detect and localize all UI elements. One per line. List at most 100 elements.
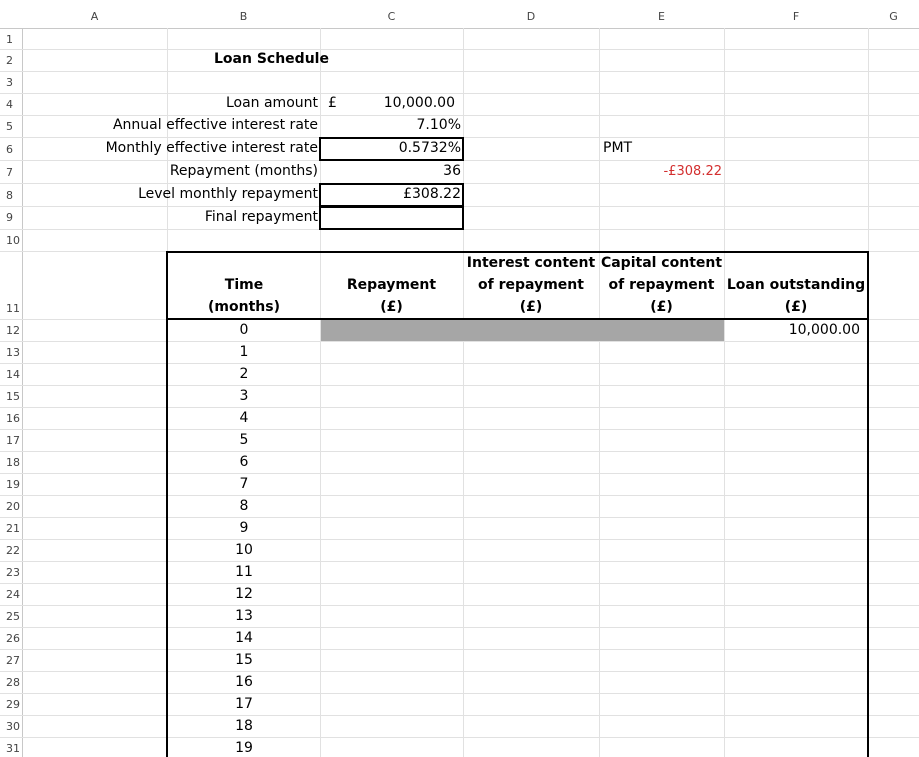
row-header[interactable]: 20 [0,500,22,513]
row-header[interactable]: 6 [0,143,22,156]
row-header[interactable]: 30 [0,720,22,733]
header-capital[interactable]: Capital content of repayment (£) [599,252,724,318]
loan-amount-label[interactable]: Loan amount [100,95,318,111]
level-repayment-label[interactable]: Level monthly repayment [60,186,318,202]
shaded-cells[interactable] [321,320,724,341]
row-header[interactable]: 27 [0,654,22,667]
header-time-line1: Time [224,277,264,293]
column-header-d[interactable]: D [463,0,599,28]
row-header[interactable]: 14 [0,368,22,381]
row-header[interactable]: 25 [0,610,22,623]
repayment-months-label[interactable]: Repayment (months) [60,163,318,179]
header-outstanding[interactable]: Loan outstanding (£) [724,274,868,318]
row-header[interactable]: 19 [0,478,22,491]
time-cell[interactable]: 4 [168,410,320,426]
gridline [0,671,919,672]
row-header[interactable]: 18 [0,456,22,469]
time-cell[interactable]: 8 [168,498,320,514]
gridline [0,715,919,716]
annual-rate-value[interactable]: 7.10% [340,117,461,133]
time-cell[interactable]: 7 [168,476,320,492]
row-header[interactable]: 8 [0,189,22,202]
header-interest[interactable]: Interest content of repayment (£) [463,252,599,318]
time-cell[interactable]: 11 [168,564,320,580]
time-cell[interactable]: 1 [168,344,320,360]
row-header[interactable]: 7 [0,166,22,179]
column-header-f[interactable]: F [724,0,868,28]
time-cell[interactable]: 18 [168,718,320,734]
header-repayment-line1: Repayment [346,277,437,293]
row-header[interactable]: 26 [0,632,22,645]
time-cell[interactable]: 3 [168,388,320,404]
gridline [0,115,919,116]
row-header[interactable]: 15 [0,390,22,403]
gridline [0,649,919,650]
row-header[interactable]: 2 [0,54,22,67]
column-header-c[interactable]: C [320,0,463,28]
row-header[interactable]: 17 [0,434,22,447]
gridline [0,737,919,738]
header-outstanding-line1: Loan outstanding [726,277,866,293]
header-repayment[interactable]: Repayment (£) [320,274,463,318]
repayment-months-value[interactable]: 36 [340,163,461,179]
time-cell[interactable]: 17 [168,696,320,712]
row-header[interactable]: 23 [0,566,22,579]
monthly-rate-value[interactable]: 0.5732% [340,140,461,156]
header-capital-line2: of repayment [608,277,715,293]
loan-amount-value[interactable]: 10,000.00 [340,95,455,111]
row-header[interactable]: 5 [0,120,22,133]
row-header[interactable]: 9 [0,211,22,224]
monthly-rate-label[interactable]: Monthly effective interest rate [60,140,318,156]
level-repayment-value[interactable]: £308.22 [340,186,461,202]
row-header[interactable]: 13 [0,346,22,359]
row-header[interactable]: 21 [0,522,22,535]
loan-amount-currency[interactable]: £ [328,95,337,111]
row-header[interactable]: 1 [0,33,22,46]
gridline [0,561,919,562]
final-repayment-cell[interactable] [319,206,464,230]
row-header[interactable]: 12 [0,324,22,337]
time-cell[interactable]: 0 [168,322,320,338]
time-cell[interactable]: 10 [168,542,320,558]
initial-outstanding[interactable]: 10,000.00 [726,322,860,338]
row-header[interactable]: 29 [0,698,22,711]
row-header[interactable]: 28 [0,676,22,689]
table-border-right [867,251,869,757]
time-cell[interactable]: 9 [168,520,320,536]
header-capital-line1: Capital content [600,255,723,271]
column-header-a[interactable]: A [22,0,167,28]
spreadsheet: A B C D E F G 1 2 3 4 5 6 7 8 9 10 11 12 [0,0,919,757]
time-cell[interactable]: 16 [168,674,320,690]
time-cell[interactable]: 12 [168,586,320,602]
time-cell[interactable]: 15 [168,652,320,668]
row-header[interactable]: 16 [0,412,22,425]
row-header[interactable]: 22 [0,544,22,557]
annual-rate-label[interactable]: Annual effective interest rate [60,117,318,133]
header-time[interactable]: Time (months) [168,274,320,318]
header-interest-line3: (£) [519,299,543,315]
time-cell[interactable]: 2 [168,366,320,382]
column-header-e[interactable]: E [599,0,724,28]
header-interest-line1: Interest content [466,255,596,271]
row-header[interactable]: 4 [0,98,22,111]
row-header[interactable]: 24 [0,588,22,601]
time-cell[interactable]: 19 [168,740,320,756]
row-header[interactable]: 10 [0,234,22,247]
pmt-label[interactable]: PMT [603,140,632,156]
time-cell[interactable]: 13 [168,608,320,624]
gridline [0,363,919,364]
sheet-title[interactable]: Loan Schedule [214,51,329,67]
pmt-value[interactable]: -£308.22 [610,164,722,179]
gridline [0,473,919,474]
gridline [0,583,919,584]
row-header[interactable]: 31 [0,742,22,755]
time-cell[interactable]: 5 [168,432,320,448]
column-header-b[interactable]: B [167,0,320,28]
header-time-line2: (months) [208,299,280,315]
row-header[interactable]: 11 [0,302,22,315]
row-header[interactable]: 3 [0,76,22,89]
time-cell[interactable]: 6 [168,454,320,470]
time-cell[interactable]: 14 [168,630,320,646]
column-header-g[interactable]: G [868,0,919,28]
final-repayment-label[interactable]: Final repayment [60,209,318,225]
